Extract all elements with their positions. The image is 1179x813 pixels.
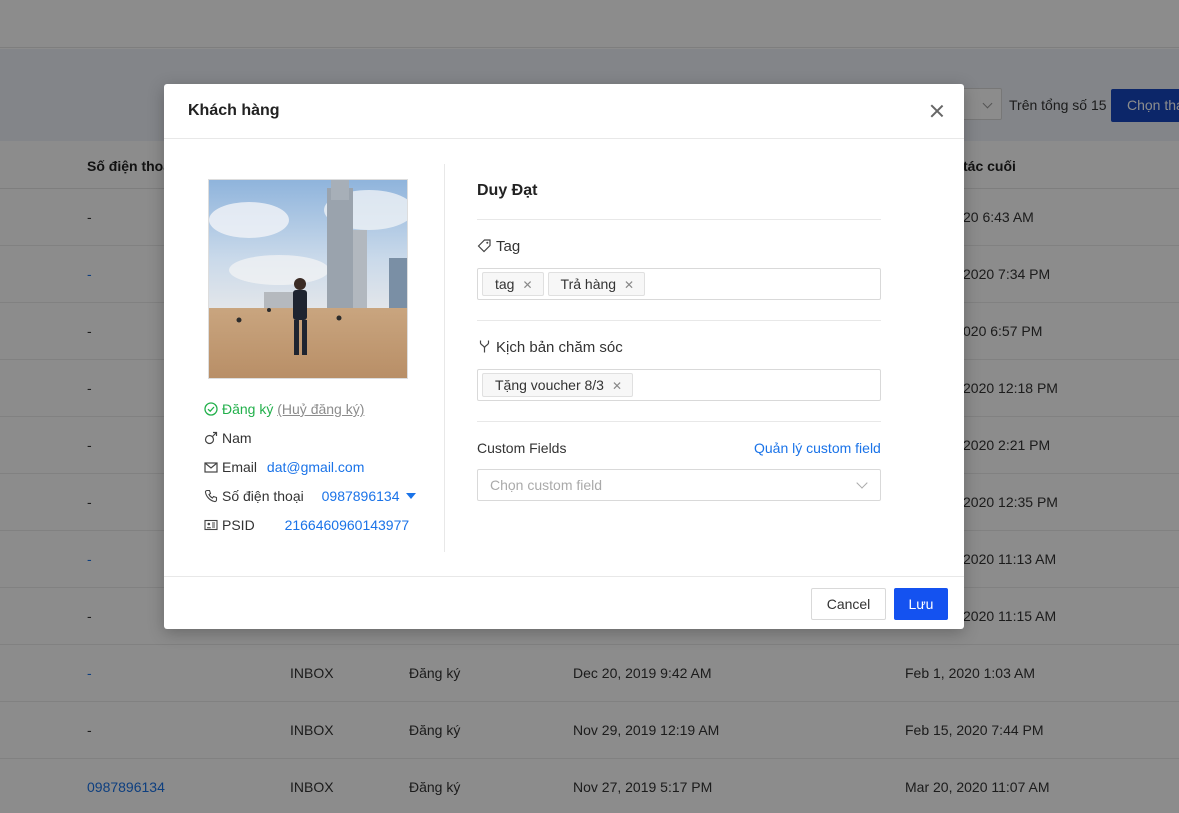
script-select[interactable]: Tặng voucher 8/3 ✕ [477,369,881,401]
psid-row: PSID 2166460960143977 [204,517,409,533]
avatar [208,179,408,379]
script-chip-label: Tặng voucher 8/3 [495,377,604,393]
save-button[interactable]: Lưu [894,588,948,620]
tag-select[interactable]: tag ✕ Trả hàng ✕ [477,268,881,300]
modal-title: Khách hàng [188,102,280,119]
male-icon [204,431,218,445]
modal-header: Khách hàng [164,84,964,139]
chevron-down-icon [856,477,868,489]
gender-row: Nam [204,430,252,446]
cancel-button[interactable]: Cancel [811,588,886,620]
manage-custom-field-link[interactable]: Quản lý custom field [754,440,881,456]
mail-icon [204,462,218,473]
phone-value[interactable]: 0987896134 [322,488,400,504]
psid-label: PSID [222,517,255,533]
tag-chip: tag ✕ [482,272,544,296]
divider [477,219,881,220]
customer-name: Duy Đạt [477,182,538,199]
email-row: Email dat@gmail.com [204,459,364,475]
custom-field-placeholder: Chọn custom field [490,477,603,493]
avatar-photo [209,180,407,378]
custom-fields-label: Custom Fields [477,440,567,456]
script-label: Kịch bản chăm sóc [496,339,623,356]
caret-down-icon[interactable] [405,493,416,499]
gender-text: Nam [222,430,252,446]
tag-chip-label: tag [495,276,515,292]
tag-chip: Trả hàng ✕ [547,272,646,296]
remove-tag-icon[interactable]: ✕ [624,278,634,292]
tag-chip-label: Trả hàng [560,276,617,292]
customer-modal: Khách hàng Đăng ký (Huỷ đăng ký) Nam Ema… [164,84,964,629]
phone-row: Số điện thoại 0987896134 [204,488,416,504]
check-circle-icon [204,402,218,416]
script-section-label: Kịch bản chăm sóc [477,339,623,356]
phone-label: Số điện thoại [222,488,304,504]
modal-footer: Cancel Lưu [164,576,964,629]
email-label: Email [222,459,258,475]
unsubscribe-link[interactable]: (Huỷ đăng ký) [277,401,364,417]
remove-script-icon[interactable]: ✕ [612,379,622,393]
script-chip: Tặng voucher 8/3 ✕ [482,373,634,397]
fork-icon [479,340,490,353]
custom-field-select[interactable]: Chọn custom field [477,469,881,501]
divider [477,421,881,422]
close-icon[interactable] [928,102,946,120]
column-divider [444,164,445,552]
phone-icon [204,489,218,503]
tag-section-label: Tag [477,238,520,255]
id-card-icon [204,519,218,531]
subscribe-status-text: Đăng ký [222,401,274,417]
email-value[interactable]: dat@gmail.com [267,459,364,475]
subscription-status: Đăng ký (Huỷ đăng ký) [204,401,364,417]
tag-label: Tag [496,238,521,255]
remove-tag-icon[interactable]: ✕ [522,278,532,292]
tag-icon [477,239,491,253]
psid-value[interactable]: 2166460960143977 [285,517,410,533]
divider [477,320,881,321]
